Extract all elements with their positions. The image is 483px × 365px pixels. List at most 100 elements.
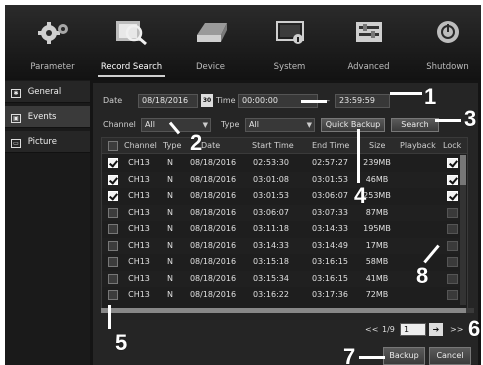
cell-end: 03:14:49 bbox=[312, 240, 348, 250]
cancel-button[interactable]: Cancel bbox=[429, 347, 471, 365]
cell-date: 08/18/2016 bbox=[189, 207, 237, 217]
col-date[interactable]: Date bbox=[201, 138, 220, 154]
channel-select-value: All bbox=[145, 120, 155, 129]
advanced-settings-icon bbox=[356, 22, 382, 42]
cell-date: 08/18/2016 bbox=[189, 174, 237, 184]
callout-line-4 bbox=[357, 129, 360, 183]
sidebar-item-label: General bbox=[27, 87, 62, 97]
calendar-icon[interactable]: 30 bbox=[201, 94, 213, 107]
horizontal-scroll-thumb[interactable] bbox=[101, 308, 466, 313]
col-type[interactable]: Type bbox=[163, 138, 181, 154]
cell-start: 03:06:07 bbox=[253, 207, 289, 217]
lock-toggle[interactable] bbox=[447, 158, 458, 168]
row-checkbox[interactable] bbox=[108, 257, 118, 267]
quick-backup-button[interactable]: Quick Backup bbox=[321, 118, 385, 132]
date-field[interactable]: 08/18/2016 bbox=[138, 94, 198, 108]
row-checkbox[interactable] bbox=[108, 174, 118, 185]
backup-button[interactable]: Backup bbox=[383, 347, 425, 365]
page-input[interactable]: 1 bbox=[400, 323, 426, 336]
go-arrow-icon[interactable]: ➔ bbox=[429, 323, 443, 336]
cell-end: 03:06:07 bbox=[312, 191, 348, 200]
table-row[interactable]: CH13 N 08/18/2016 03:11:18 03:14:33 195MB bbox=[102, 221, 459, 237]
table-row[interactable]: CH13 N 08/18/2016 03:14:33 03:14:49 17MB bbox=[102, 237, 459, 254]
type-select-value: All bbox=[249, 120, 259, 129]
cell-size: 72MB bbox=[365, 290, 389, 299]
lock-toggle[interactable] bbox=[447, 207, 458, 218]
events-icon: ▣ bbox=[11, 114, 21, 123]
lock-toggle[interactable] bbox=[447, 240, 458, 251]
lock-toggle[interactable] bbox=[447, 224, 458, 234]
lock-toggle[interactable] bbox=[447, 191, 458, 201]
sidebar: ✱ General ▣ Events ▭ Picture bbox=[5, 80, 90, 365]
lock-toggle[interactable] bbox=[447, 290, 458, 300]
callout-line-7 bbox=[359, 356, 385, 359]
vertical-scroll-thumb[interactable] bbox=[460, 155, 466, 185]
cell-start: 03:01:08 bbox=[253, 174, 289, 184]
table-row[interactable]: CH13 N 08/18/2016 03:01:53 03:06:07 253MB bbox=[102, 188, 459, 204]
col-size[interactable]: Size bbox=[369, 138, 385, 154]
col-lock[interactable]: Lock bbox=[443, 138, 461, 154]
sidebar-item-label: Events bbox=[27, 112, 57, 122]
nav-shutdown[interactable]: Shutdown bbox=[400, 5, 481, 80]
col-playback[interactable]: Playback bbox=[400, 138, 436, 154]
cell-channel: CH13 bbox=[128, 273, 150, 283]
general-icon: ✱ bbox=[11, 89, 21, 98]
table-row[interactable]: CH13 N 08/18/2016 03:16:22 03:17:36 72MB bbox=[102, 287, 459, 303]
time-to-field[interactable]: 23:59:59 bbox=[335, 94, 390, 108]
last-page-button[interactable]: >> bbox=[450, 325, 463, 334]
lock-toggle[interactable] bbox=[447, 174, 458, 185]
cell-type: N bbox=[167, 224, 173, 233]
cell-channel: CH13 bbox=[128, 290, 150, 299]
horizontal-scrollbar[interactable] bbox=[101, 308, 474, 313]
row-checkbox[interactable] bbox=[108, 224, 118, 234]
table-row[interactable]: CH13 N 08/18/2016 03:01:08 03:01:53 46MB bbox=[102, 171, 459, 188]
col-channel[interactable]: Channel bbox=[124, 138, 157, 154]
cell-size: 239MB bbox=[363, 158, 391, 167]
gears-icon bbox=[38, 22, 68, 44]
callout-5: 5 bbox=[115, 330, 128, 355]
lock-toggle[interactable] bbox=[447, 257, 458, 267]
table-row[interactable]: CH13 N 08/18/2016 03:06:07 03:07:33 87MB bbox=[102, 204, 459, 221]
cell-start: 03:14:33 bbox=[253, 240, 289, 250]
type-label: Type bbox=[221, 120, 240, 129]
top-nav: Parameter Record Search Device System Ad… bbox=[5, 5, 481, 80]
row-checkbox[interactable] bbox=[108, 240, 118, 251]
cell-end: 03:14:33 bbox=[312, 224, 348, 233]
row-checkbox[interactable] bbox=[108, 273, 118, 284]
callout-line-1 bbox=[301, 100, 327, 103]
sidebar-item-picture[interactable]: ▭ Picture bbox=[5, 131, 90, 153]
table-row[interactable]: CH13 N 08/18/2016 03:15:34 03:16:15 41MB bbox=[102, 270, 459, 287]
row-checkbox[interactable] bbox=[108, 158, 118, 168]
col-end-time[interactable]: End Time bbox=[312, 138, 349, 154]
col-start-time[interactable]: Start Time bbox=[252, 138, 294, 154]
callout-8: 8 bbox=[416, 263, 429, 288]
cell-start: 03:11:18 bbox=[253, 224, 289, 233]
cell-end: 03:16:15 bbox=[312, 257, 348, 266]
select-all-checkbox[interactable] bbox=[108, 141, 118, 151]
row-checkbox[interactable] bbox=[108, 207, 118, 218]
cell-start: 03:15:34 bbox=[253, 273, 289, 283]
cell-date: 08/18/2016 bbox=[189, 224, 237, 233]
cell-end: 03:07:33 bbox=[312, 207, 348, 217]
cell-start: 03:01:53 bbox=[253, 191, 289, 200]
row-checkbox[interactable] bbox=[108, 191, 118, 201]
cell-end: 02:57:27 bbox=[312, 158, 348, 167]
search-button[interactable]: Search bbox=[391, 118, 439, 132]
callout-7: 7 bbox=[343, 344, 356, 365]
record-search-panel: Date 08/18/2016 30 Time 00:00:00 — 23:59… bbox=[93, 83, 478, 365]
row-checkbox[interactable] bbox=[108, 290, 118, 300]
dvr-window: Parameter Record Search Device System Ad… bbox=[5, 5, 481, 365]
sidebar-item-general[interactable]: ✱ General bbox=[5, 81, 90, 103]
cell-date: 08/18/2016 bbox=[189, 290, 237, 299]
type-select[interactable]: All ▼ bbox=[245, 118, 315, 132]
cell-channel: CH13 bbox=[128, 257, 150, 266]
vertical-scrollbar[interactable] bbox=[460, 155, 466, 305]
first-page-button[interactable]: << bbox=[365, 325, 378, 334]
sidebar-item-events[interactable]: ▣ Events bbox=[5, 106, 90, 128]
table-row[interactable]: CH13 N 08/18/2016 03:15:18 03:16:15 58MB bbox=[102, 254, 459, 270]
table-row[interactable]: CH13 N 08/18/2016 02:53:30 02:57:27 239MB bbox=[102, 155, 459, 171]
system-info-icon bbox=[276, 21, 304, 44]
cell-end: 03:01:53 bbox=[312, 174, 348, 184]
lock-toggle[interactable] bbox=[447, 273, 458, 284]
date-label: Date bbox=[103, 96, 123, 105]
